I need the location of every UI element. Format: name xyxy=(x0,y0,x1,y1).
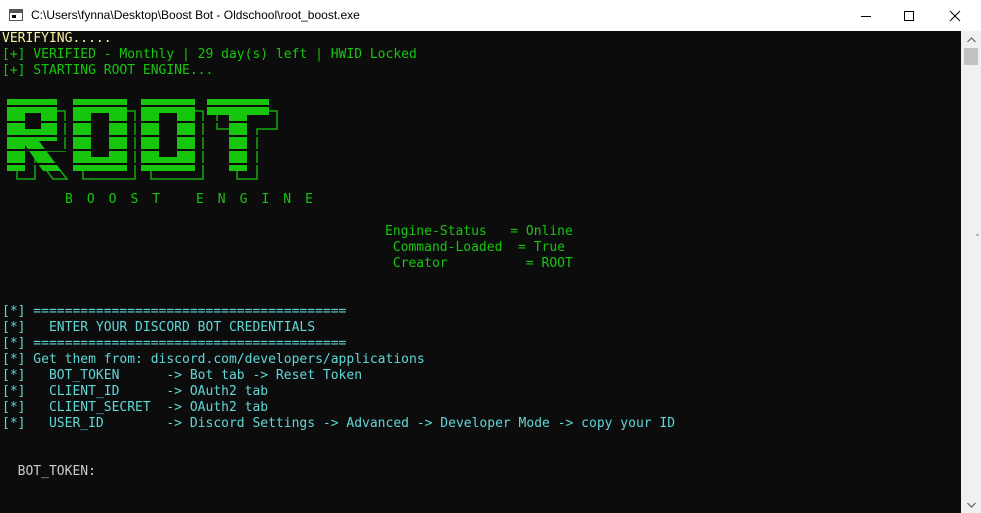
credentials-client-secret: [*] CLIENT_SECRET -> OAuth2 tab xyxy=(2,400,269,415)
bot-token-prompt[interactable]: BOT_TOKEN: xyxy=(2,464,96,480)
credentials-bot-token: [*] BOT_TOKEN -> Bot tab -> Reset Token xyxy=(2,368,363,383)
title-bar[interactable]: C:\Users\fynna\Desktop\Boost Bot - Oldsc… xyxy=(0,0,981,32)
scroll-down-icon[interactable] xyxy=(961,496,981,513)
starting-line: [+] STARTING ROOT ENGINE... xyxy=(2,63,214,78)
credentials-heading: [*] ENTER YOUR DISCORD BOT CREDENTIALS xyxy=(2,320,316,335)
scrollbar-thumb[interactable] xyxy=(964,48,978,65)
credentials-client-id: [*] CLIENT_ID -> OAuth2 tab xyxy=(2,384,269,399)
console-app-icon xyxy=(9,9,23,21)
credentials-separator-top: [*] ====================================… xyxy=(2,304,347,319)
window-title: C:\Users\fynna\Desktop\Boost Bot - Oldsc… xyxy=(31,8,360,22)
scroll-up-icon[interactable] xyxy=(961,31,981,48)
close-button[interactable] xyxy=(932,0,978,31)
credentials-user-id: [*] USER_ID -> Discord Settings -> Advan… xyxy=(2,416,676,431)
credentials-source: [*] Get them from: discord.com/developer… xyxy=(2,352,425,367)
credentials-separator-bottom: [*] ====================================… xyxy=(2,336,347,351)
minimize-icon xyxy=(861,15,871,17)
console-output[interactable]: VERIFYING..... [+] VERIFIED - Monthly | … xyxy=(0,31,961,513)
status-creator: Creator = ROOT xyxy=(385,256,573,271)
maximize-button[interactable] xyxy=(886,0,932,31)
root-ascii-logo xyxy=(7,99,278,180)
verified-line: [+] VERIFIED - Monthly | 29 day(s) left … xyxy=(2,47,417,62)
verifying-line: VERIFYING..... xyxy=(2,31,112,46)
close-icon xyxy=(949,10,961,21)
status-engine: Engine-Status = Online xyxy=(385,224,573,239)
vertical-scrollbar[interactable] xyxy=(961,31,981,513)
maximize-icon xyxy=(904,10,914,21)
minimize-button[interactable] xyxy=(843,0,889,31)
boost-engine-tagline: BOOST ENGINE xyxy=(65,192,327,207)
scroll-marker xyxy=(976,234,979,236)
status-command-loaded: Command-Loaded = True xyxy=(385,240,566,255)
console-window: C:\Users\fynna\Desktop\Boost Bot - Oldsc… xyxy=(0,0,981,513)
